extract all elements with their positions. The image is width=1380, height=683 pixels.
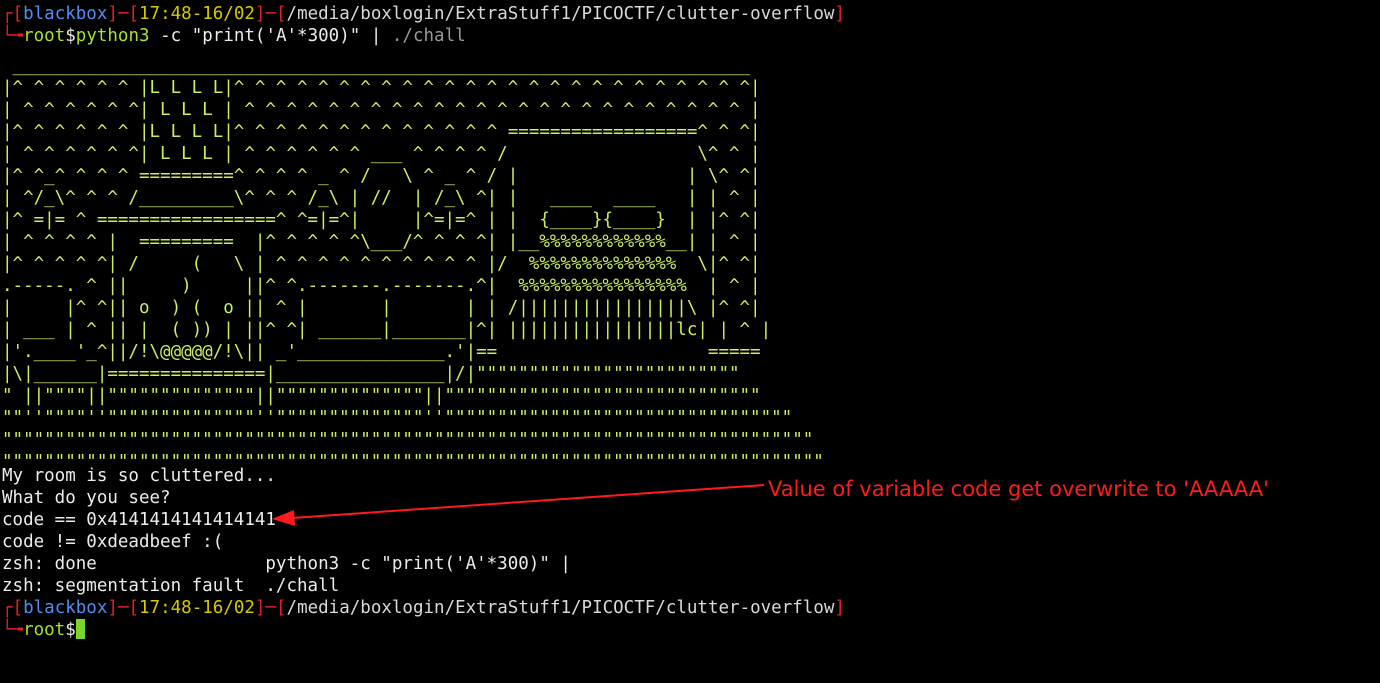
output-line: code != 0xdeadbeef :( [2, 532, 224, 552]
annotation-label: Value of variable code get overwrite to … [768, 477, 1269, 501]
prompt-2-command-line[interactable]: └╼root$ [2, 619, 85, 641]
prompt-1-command-line: └╼root$python3 -c "print('A'*300)" | ./c… [2, 25, 466, 47]
prompt-corner-top: ┌ [2, 4, 13, 24]
prompt-user: blackbox [23, 598, 108, 618]
prompt-time: 17:48-16/02 [139, 4, 255, 24]
ascii-art-line: |^ =|= ^ =================^ ^=|=^| |^=|=… [2, 210, 761, 230]
separator: ─[ [117, 4, 140, 24]
ascii-art-line: |^ ^_^ ^ ^ ^ =========^ ^ ^ ^ _ ^ / \ ^ … [2, 166, 761, 186]
ascii-art-line: | ^ ^ ^ ^ ^ ^| L L L | ^ ^ ^ ^ ^ ^ ___ ^… [2, 144, 761, 164]
prompt-path: /media/boxlogin/ExtraStuff1/PICOCTF/clut… [286, 598, 835, 618]
text-cursor[interactable] [75, 619, 85, 639]
output-line: zsh: segmentation fault ./chall [2, 576, 340, 596]
prompt-dollar: $ [65, 620, 76, 640]
prompt-root: root [23, 620, 66, 640]
bracket-close: ] [834, 598, 845, 618]
ascii-art-line: |^ ^ ^ ^ ^| / ( \ | ^ ^ ^ ^ ^ ^ ^ ^ ^ ^ … [2, 254, 761, 274]
prompt-corner-top: ┌ [2, 598, 13, 618]
prompt-2-header: ┌[blackbox]─[17:48-16/02]─[/media/boxlog… [2, 597, 845, 619]
output-line: zsh: done python3 -c "print('A'*300)" | [2, 554, 571, 574]
ascii-art-line: |^ ^ ^ ^ ^ ^ |L L L L|^ ^ ^ ^ ^ ^ ^ ^ ^ … [2, 122, 761, 142]
separator: ─[ [117, 598, 140, 618]
output-line: What do you see? [2, 488, 171, 508]
ascii-art-line: | ^/_\^ ^ ^ /_________\^ ^ ^ /_\ | // | … [2, 188, 761, 208]
ascii-art-line: | ___ | ^ || | ( )) | ||^ ^| ______|____… [2, 320, 772, 340]
prompt-root: root [23, 26, 66, 46]
bracket-open: [ [12, 4, 24, 24]
output-code-value: code == 0x4141414141414141 [2, 510, 276, 530]
prompt-corner-bottom: └╼ [2, 620, 24, 640]
ascii-art-line: .-----. ^ || ) ||^ ^.-------.-------.^| … [2, 276, 761, 296]
ascii-art-line: ""''""""''""""""""""""""''""""""""""""""… [2, 408, 793, 428]
prompt-corner-bottom: └╼ [2, 26, 24, 46]
command-binary: ./chall [391, 26, 466, 46]
ascii-art-line: |'.____'_^||/!\@@@@@/!\|| _'____________… [2, 342, 761, 362]
ascii-art-line: |\|______|===============|______________… [2, 364, 740, 384]
output-line: My room is so cluttered... [2, 466, 276, 486]
command-python: python3 [75, 26, 150, 46]
arrow-line [291, 484, 765, 519]
bracket-close: ] [834, 4, 845, 24]
ascii-art-line: |^ ^ ^ ^ ^ ^ |L L L L|^ ^ ^ ^ ^ ^ ^ ^ ^ … [2, 78, 761, 98]
prompt-dollar: $ [65, 26, 76, 46]
ascii-art-line: | ^ ^ ^ ^ | ========= |^ ^ ^ ^ ^\___/^ ^… [2, 232, 761, 252]
prompt-1-header: ┌[blackbox]─[17:48-16/02]─[/media/boxlog… [2, 3, 845, 25]
command-string: "print('A'*300)" [191, 26, 361, 46]
ascii-art-line: | ^ ^ ^ ^ ^ ^| L L L | ^ ^ ^ ^ ^ ^ ^ ^ ^… [2, 100, 761, 120]
prompt-path: /media/boxlogin/ExtraStuff1/PICOCTF/clut… [286, 4, 835, 24]
prompt-time: 17:48-16/02 [139, 598, 255, 618]
separator: ]─[ [254, 598, 287, 618]
prompt-user: blackbox [23, 4, 108, 24]
ascii-art-line: " ||""""||""""""""""""""||""""""""""""""… [2, 386, 761, 406]
command-pipe: | [360, 26, 392, 46]
bracket-close: ] [107, 4, 118, 24]
command-flag: -c [149, 26, 192, 46]
bracket-close: ] [107, 598, 118, 618]
ascii-art-line: ________________________________________… [2, 56, 751, 76]
bracket-open: [ [12, 598, 24, 618]
ascii-art-line: """"""""""""""""""""""""""""""""""""""""… [2, 430, 814, 450]
separator: ]─[ [254, 4, 287, 24]
ascii-art-line: | |^ ^|| o ) ( o || ^ | | | | /|||||||||… [2, 298, 761, 318]
terminal-window[interactable]: ┌[blackbox]─[17:48-16/02]─[/media/boxlog… [0, 0, 1380, 683]
